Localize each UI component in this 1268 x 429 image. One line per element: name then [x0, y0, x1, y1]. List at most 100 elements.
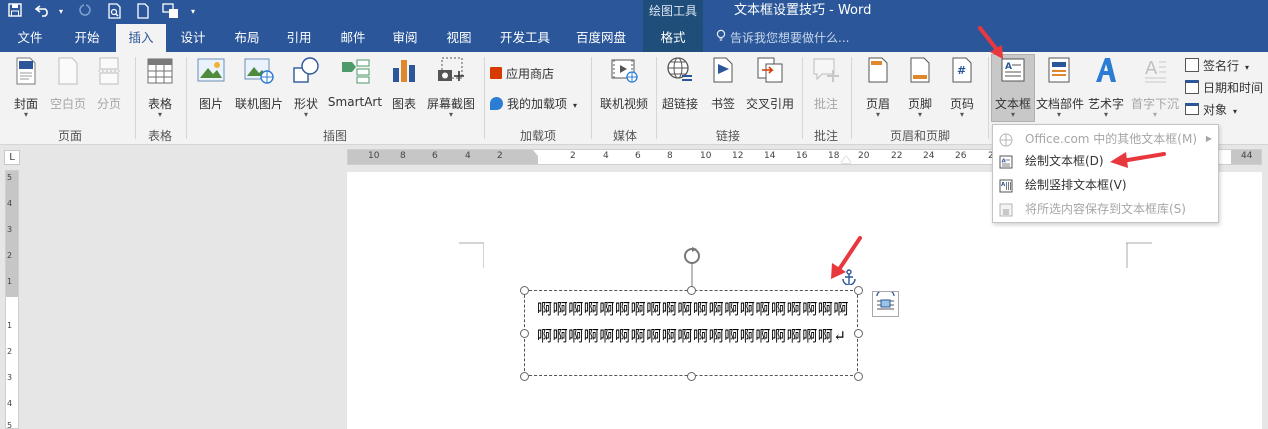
tab-view[interactable]: 视图 [434, 24, 484, 52]
group-separator [851, 57, 852, 139]
drop-cap-icon: A [1142, 56, 1168, 84]
tab-developer[interactable]: 开发工具 [492, 24, 558, 52]
text-box-button[interactable]: A 文本框 ▾ [992, 56, 1034, 122]
chevron-down-icon: ▾ [1152, 110, 1157, 119]
office-store-label: 应用商店 [506, 67, 555, 81]
online-video-button[interactable]: 联机视频 [597, 56, 651, 122]
signature-line-label: 签名行 [1203, 59, 1240, 73]
tab-mailings[interactable]: 邮件 [328, 24, 378, 52]
wordart-button[interactable]: 艺术字 ▾ [1086, 56, 1126, 122]
save-to-gallery-icon [999, 202, 1013, 217]
lightbulb-icon [716, 24, 726, 52]
signature-line-button[interactable]: 签名行 ▾ [1185, 56, 1249, 76]
group-label-pages: 页面 [57, 129, 82, 143]
group-label-addins: 加载项 [519, 129, 556, 143]
screenshot-icon [436, 56, 466, 84]
undo-icon[interactable] [34, 3, 52, 21]
tab-layout[interactable]: 布局 [222, 24, 272, 52]
ruler-number: 2 [570, 151, 576, 161]
table-button[interactable]: 表格 ▾ [140, 56, 180, 122]
tab-format[interactable]: 格式 [643, 24, 703, 52]
resize-handle-bottom-right[interactable] [853, 371, 863, 381]
addins-icon [490, 97, 503, 110]
ruler-number: 10 [368, 151, 380, 161]
resize-handle-top-right[interactable] [853, 285, 863, 295]
new-document-icon[interactable] [134, 3, 152, 21]
picture-icon [197, 56, 225, 84]
undo-dropdown-icon[interactable]: ▾ [52, 3, 70, 21]
chart-label: 图表 [391, 97, 416, 111]
layout-options-button[interactable] [872, 289, 899, 317]
group-separator [802, 57, 803, 139]
picture-button[interactable]: 图片 [192, 56, 230, 122]
tab-file[interactable]: 文件 [4, 24, 56, 52]
header-button[interactable]: 页眉 ▾ [858, 56, 898, 122]
screenshot-button[interactable]: 屏幕截图 ▾ [424, 56, 478, 122]
vertical-ruler[interactable]: 5 4 3 2 1 1 2 3 4 5 [5, 170, 19, 429]
menu-item-draw-vertical-text-box[interactable]: A 绘制竖排文本框(V) [993, 174, 1218, 196]
menu-item-more-textboxes-office: Office.com 中的其他文本框(M) ▶ [993, 128, 1218, 150]
print-preview-icon[interactable] [106, 3, 124, 21]
svg-text:A: A [1005, 62, 1012, 72]
text-box-content[interactable]: 啊啊啊啊啊啊啊啊啊啊啊啊啊啊啊啊啊啊啊啊啊啊啊啊啊啊啊啊啊啊啊啊啊啊啊啊啊啊啊↵ [537, 296, 855, 350]
page-number-button[interactable]: # 页码 ▾ [942, 56, 982, 122]
my-addins-label: 我的加载项 [507, 97, 568, 111]
tab-design[interactable]: 设计 [168, 24, 218, 52]
new-comment-button: 批注 [806, 56, 846, 122]
office-store-button[interactable]: 应用商店 [490, 64, 554, 84]
menu-item-save-to-gallery: 将所选内容保存到文本框库(S) [993, 198, 1218, 220]
comment-icon [812, 56, 840, 84]
ruler-number: 4 [603, 151, 609, 161]
ruler-number: 18 [828, 151, 840, 161]
group-separator [484, 57, 485, 139]
table-icon [147, 58, 173, 84]
resize-handle-right[interactable] [853, 328, 863, 338]
tab-references[interactable]: 引用 [274, 24, 324, 52]
chevron-right-icon: ▶ [1205, 134, 1212, 143]
my-addins-button[interactable]: 我的加载项 ▾ [490, 94, 577, 114]
quick-parts-button[interactable]: 文档部件 ▾ [1036, 56, 1084, 122]
tab-review[interactable]: 审阅 [380, 24, 430, 52]
hyperlink-button[interactable]: 超链接 [660, 56, 700, 122]
ruler-number: 16 [796, 151, 808, 161]
rotate-handle-icon[interactable] [680, 245, 704, 291]
footer-button[interactable]: 页脚 ▾ [900, 56, 940, 122]
resize-handle-top[interactable] [686, 285, 696, 295]
right-indent-marker[interactable] [841, 156, 851, 163]
online-picture-button[interactable]: 联机图片 [232, 56, 286, 122]
text-box-dropdown-menu: Office.com 中的其他文本框(M) ▶ A 绘制文本框(D) A 绘制竖… [992, 124, 1219, 223]
touch-mode-icon[interactable] [162, 3, 180, 21]
indent-marker[interactable] [533, 150, 543, 156]
blank-page-icon [57, 56, 79, 86]
tab-baidu-netdisk[interactable]: 百度网盘 [568, 24, 634, 52]
date-time-button[interactable]: 日期和时间 [1185, 78, 1263, 98]
resize-handle-top-left[interactable] [519, 285, 529, 295]
chart-button[interactable]: 图表 [386, 56, 422, 122]
cover-page-button[interactable]: 封面 ▾ [6, 56, 46, 122]
tab-home[interactable]: 开始 [62, 24, 112, 52]
cross-reference-label: 交叉引用 [745, 97, 794, 111]
ruler-number: 5 [7, 173, 13, 182]
crop-mark-top-right [1126, 242, 1152, 268]
tell-me-box[interactable]: 告诉我您想要做什么... [716, 24, 849, 52]
save-icon[interactable] [6, 3, 24, 21]
ruler-number: 2 [7, 347, 13, 356]
shapes-button[interactable]: 形状 ▾ [288, 56, 324, 122]
smartart-button[interactable]: SmartArt [326, 56, 384, 122]
online-video-label: 联机视频 [599, 97, 648, 111]
tab-selector-button[interactable]: L [4, 150, 20, 165]
resize-handle-left[interactable] [519, 328, 529, 338]
online-picture-label: 联机图片 [234, 97, 283, 111]
cross-reference-button[interactable]: 交叉引用 [744, 56, 796, 122]
ruler-number: 4 [7, 199, 13, 208]
bookmark-button[interactable]: 书签 [704, 56, 742, 122]
customize-qat-icon[interactable]: ▾ [184, 3, 202, 21]
page-break-icon [97, 56, 121, 86]
tell-me-placeholder: 告诉我您想要做什么... [730, 31, 850, 45]
chevron-down-icon: ▾ [1103, 110, 1108, 119]
red-arrow-annotation [1110, 152, 1166, 168]
object-button[interactable]: 对象 ▾ [1185, 100, 1237, 120]
resize-handle-bottom-left[interactable] [519, 371, 529, 381]
resize-handle-bottom[interactable] [686, 371, 696, 381]
tab-insert[interactable]: 插入 [116, 24, 166, 52]
